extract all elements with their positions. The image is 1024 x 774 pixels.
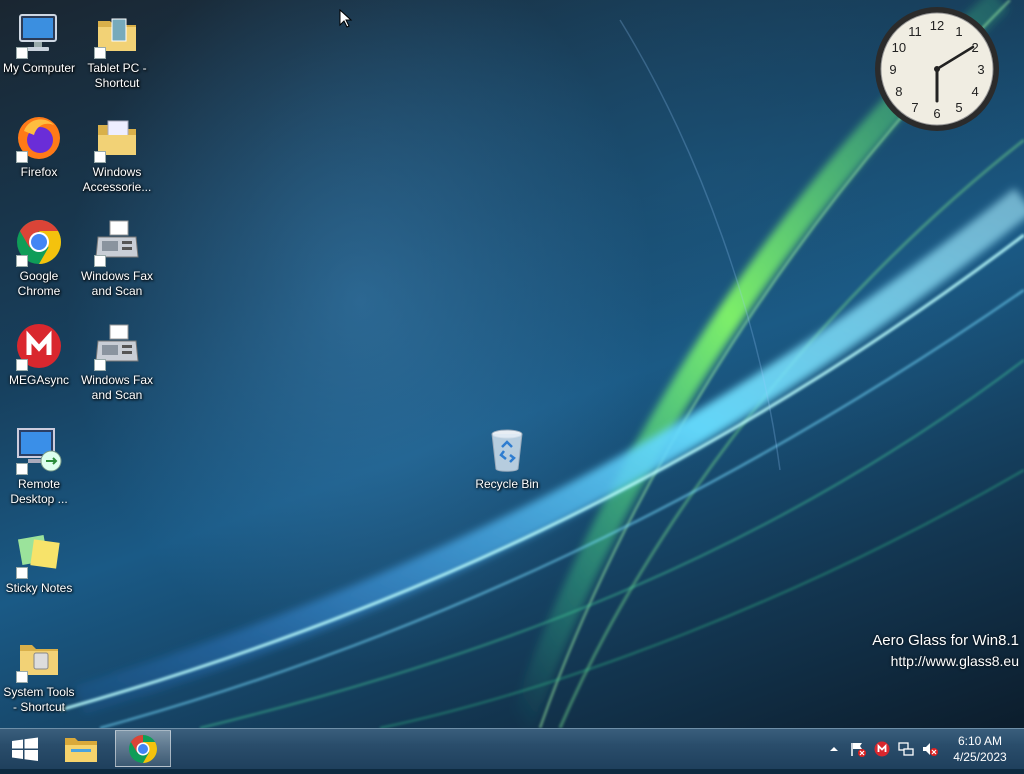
shortcut-arrow-icon <box>16 151 28 163</box>
file-explorer-icon <box>65 738 97 762</box>
desktop-icon-my-computer[interactable]: My Computer <box>0 5 78 76</box>
desktop-icon-label: Windows Accessorie... <box>82 165 152 194</box>
fax-icon <box>92 217 142 267</box>
shortcut-arrow-icon <box>16 47 28 59</box>
folder-icon <box>92 9 142 59</box>
clock-numeral: 7 <box>911 100 918 115</box>
firefox-icon <box>14 113 64 163</box>
start-button[interactable] <box>0 729 50 769</box>
desktop-icon-tablet-pc-shortcut[interactable]: Tablet PC - Shortcut <box>78 5 156 91</box>
desktop-icon-label: System Tools - Shortcut <box>3 685 75 714</box>
desktop-icon-label: Windows Fax and Scan <box>80 373 154 402</box>
recycle-bin-icon <box>482 425 532 475</box>
taskbar-date: 4/25/2023 <box>953 750 1007 764</box>
desktop-icon-label: Tablet PC - Shortcut <box>87 61 147 90</box>
taskbar-clock[interactable]: 6:10 AM 4/25/2023 <box>940 733 1020 765</box>
desktop-icon-megasync[interactable]: MEGAsync <box>0 317 78 388</box>
chrome-icon <box>14 217 64 267</box>
folder-icon <box>14 633 64 683</box>
clock-numeral: 5 <box>955 100 962 115</box>
clock-numeral: 9 <box>889 62 896 77</box>
clock-numeral: 6 <box>933 106 940 121</box>
remote-desktop-icon <box>14 425 64 475</box>
desktop[interactable]: My Computer Tablet PC - Shortcut Firefox <box>0 0 1024 728</box>
mouse-cursor-icon <box>339 9 353 28</box>
clock-numeral: 4 <box>971 84 978 99</box>
desktop-icon-recycle-bin[interactable]: Recycle Bin <box>468 421 546 492</box>
clock-numeral: 10 <box>892 40 906 55</box>
desktop-icon-windows-accessories[interactable]: Windows Accessorie... <box>78 109 156 195</box>
clock-numeral: 1 <box>955 24 962 39</box>
taskbar-file-explorer-button[interactable] <box>57 729 105 769</box>
chevron-up-icon[interactable] <box>826 741 842 757</box>
desktop-icon-google-chrome[interactable]: Google Chrome <box>0 213 78 299</box>
desktop-icon-label: Firefox <box>20 165 58 179</box>
sticky-notes-icon <box>14 529 64 579</box>
volume-muted-icon[interactable] <box>922 741 938 757</box>
clock-numeral: 8 <box>895 84 902 99</box>
mega-icon[interactable] <box>874 741 890 757</box>
desktop-icon-firefox[interactable]: Firefox <box>0 109 78 180</box>
my-computer-icon <box>14 9 64 59</box>
desktop-icon-remote-desktop[interactable]: Remote Desktop ... <box>0 421 78 507</box>
desktop-icon-windows-fax-and-scan-2[interactable]: Windows Fax and Scan <box>78 317 156 403</box>
chrome-icon <box>129 735 157 763</box>
clock-numeral: 3 <box>977 62 984 77</box>
desktop-icon-label: Remote Desktop ... <box>10 477 68 506</box>
shortcut-arrow-icon <box>94 151 106 163</box>
network-icon[interactable] <box>898 741 914 757</box>
watermark-line-2: http://www.glass8.eu <box>890 653 1019 669</box>
windows-logo-icon <box>12 737 38 761</box>
desktop-icon-windows-fax-and-scan[interactable]: Windows Fax and Scan <box>78 213 156 299</box>
clock-numeral: 11 <box>908 24 922 39</box>
desktop-icon-label: My Computer <box>2 61 76 75</box>
shortcut-arrow-icon <box>16 567 28 579</box>
aero-glass-watermark: Aero Glass for Win8.1 http://www.glass8.… <box>872 630 1019 672</box>
shortcut-arrow-icon <box>16 255 28 267</box>
action-center-flag-icon[interactable] <box>850 741 866 757</box>
desktop-icon-label: Recycle Bin <box>475 477 539 491</box>
desktop-icon-label: Google Chrome <box>17 269 61 298</box>
taskbar: 6:10 AM 4/25/2023 <box>0 728 1024 769</box>
clock-gadget[interactable]: 12 1234567891011 <box>873 5 1001 133</box>
desktop-icon-label: Windows Fax and Scan <box>80 269 154 298</box>
taskbar-time: 6:10 AM <box>957 734 1003 748</box>
desktop-icon-system-tools-shortcut[interactable]: System Tools - Shortcut <box>0 629 78 715</box>
mega-icon <box>14 321 64 371</box>
shortcut-arrow-icon <box>94 255 106 267</box>
shortcut-arrow-icon <box>94 47 106 59</box>
desktop-icon-label: MEGAsync <box>8 373 69 387</box>
clock-numeral: 12 <box>930 18 944 33</box>
shortcut-arrow-icon <box>16 671 28 683</box>
folder-icon <box>92 113 142 163</box>
fax-icon <box>92 321 142 371</box>
shortcut-arrow-icon <box>16 359 28 371</box>
watermark-line-1: Aero Glass for Win8.1 <box>872 632 1019 649</box>
shortcut-arrow-icon <box>16 463 28 475</box>
taskbar-chrome-button[interactable] <box>115 730 171 767</box>
shortcut-arrow-icon <box>94 359 106 371</box>
desktop-icon-sticky-notes[interactable]: Sticky Notes <box>0 525 78 596</box>
desktop-icon-label: Sticky Notes <box>5 581 73 595</box>
